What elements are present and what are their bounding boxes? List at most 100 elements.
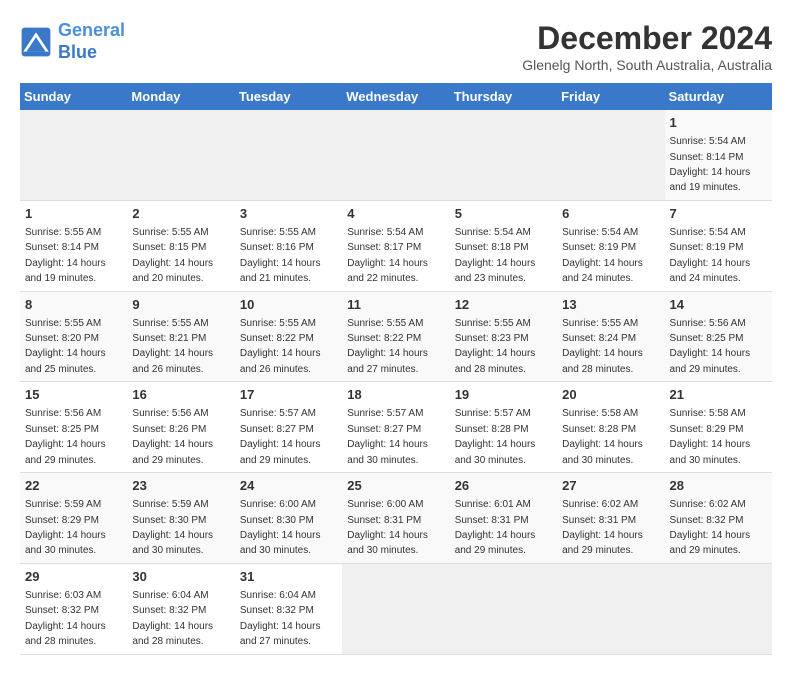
day-info: Sunrise: 5:54 AMSunset: 8:19 PMDaylight:… — [562, 227, 643, 284]
calendar-week-row: 22 Sunrise: 5:59 AMSunset: 8:29 PMDaylig… — [20, 473, 772, 564]
day-info: Sunrise: 5:58 AMSunset: 8:28 PMDaylight:… — [562, 408, 643, 465]
calendar-cell — [557, 563, 664, 654]
calendar-cell: 31 Sunrise: 6:04 AMSunset: 8:32 PMDaylig… — [235, 563, 342, 654]
day-info: Sunrise: 5:59 AMSunset: 8:29 PMDaylight:… — [25, 499, 106, 556]
title-block: December 2024 Glenelg North, South Austr… — [522, 20, 772, 73]
day-number: 4 — [347, 205, 444, 223]
calendar-week-row: 1 Sunrise: 5:54 AMSunset: 8:14 PMDayligh… — [20, 110, 772, 200]
calendar-cell — [450, 563, 557, 654]
calendar-cell — [342, 563, 449, 654]
day-number: 3 — [240, 205, 337, 223]
weekday-header-tuesday: Tuesday — [235, 83, 342, 110]
calendar-cell — [342, 110, 449, 200]
day-info: Sunrise: 5:57 AMSunset: 8:27 PMDaylight:… — [240, 408, 321, 465]
calendar-cell: 7 Sunrise: 5:54 AMSunset: 8:19 PMDayligh… — [665, 200, 772, 291]
calendar-cell: 9 Sunrise: 5:55 AMSunset: 8:21 PMDayligh… — [127, 291, 234, 382]
day-number: 17 — [240, 386, 337, 404]
day-info: Sunrise: 6:03 AMSunset: 8:32 PMDaylight:… — [25, 590, 106, 647]
day-info: Sunrise: 5:54 AMSunset: 8:14 PMDaylight:… — [670, 136, 751, 193]
weekday-header-saturday: Saturday — [665, 83, 772, 110]
day-number: 22 — [25, 477, 122, 495]
calendar-cell — [450, 110, 557, 200]
day-number: 14 — [670, 296, 767, 314]
calendar-cell: 13 Sunrise: 5:55 AMSunset: 8:24 PMDaylig… — [557, 291, 664, 382]
location: Glenelg North, South Australia, Australi… — [522, 57, 772, 73]
day-info: Sunrise: 5:56 AMSunset: 8:25 PMDaylight:… — [670, 318, 751, 375]
calendar-cell: 14 Sunrise: 5:56 AMSunset: 8:25 PMDaylig… — [665, 291, 772, 382]
day-number: 16 — [132, 386, 229, 404]
day-info: Sunrise: 5:57 AMSunset: 8:28 PMDaylight:… — [455, 408, 536, 465]
day-number: 7 — [670, 205, 767, 223]
day-info: Sunrise: 5:59 AMSunset: 8:30 PMDaylight:… — [132, 499, 213, 556]
calendar-week-row: 29 Sunrise: 6:03 AMSunset: 8:32 PMDaylig… — [20, 563, 772, 654]
calendar-cell — [557, 110, 664, 200]
weekday-header-wednesday: Wednesday — [342, 83, 449, 110]
day-info: Sunrise: 5:58 AMSunset: 8:29 PMDaylight:… — [670, 408, 751, 465]
calendar-cell: 18 Sunrise: 5:57 AMSunset: 8:27 PMDaylig… — [342, 382, 449, 473]
calendar-cell: 25 Sunrise: 6:00 AMSunset: 8:31 PMDaylig… — [342, 473, 449, 564]
day-number: 26 — [455, 477, 552, 495]
day-info: Sunrise: 6:01 AMSunset: 8:31 PMDaylight:… — [455, 499, 536, 556]
day-info: Sunrise: 6:00 AMSunset: 8:30 PMDaylight:… — [240, 499, 321, 556]
page-header: General Blue December 2024 Glenelg North… — [20, 20, 772, 73]
calendar-cell: 15 Sunrise: 5:56 AMSunset: 8:25 PMDaylig… — [20, 382, 127, 473]
month-title: December 2024 — [522, 20, 772, 57]
day-info: Sunrise: 5:55 AMSunset: 8:22 PMDaylight:… — [347, 318, 428, 375]
weekday-header-row: SundayMondayTuesdayWednesdayThursdayFrid… — [20, 83, 772, 110]
day-number: 1 — [670, 114, 767, 132]
calendar-cell — [20, 110, 127, 200]
day-number: 20 — [562, 386, 659, 404]
calendar-cell — [127, 110, 234, 200]
calendar-cell: 17 Sunrise: 5:57 AMSunset: 8:27 PMDaylig… — [235, 382, 342, 473]
calendar-week-row: 1 Sunrise: 5:55 AMSunset: 8:14 PMDayligh… — [20, 200, 772, 291]
calendar-cell: 8 Sunrise: 5:55 AMSunset: 8:20 PMDayligh… — [20, 291, 127, 382]
day-info: Sunrise: 5:54 AMSunset: 8:17 PMDaylight:… — [347, 227, 428, 284]
calendar-cell: 2 Sunrise: 5:55 AMSunset: 8:15 PMDayligh… — [127, 200, 234, 291]
calendar-cell: 28 Sunrise: 6:02 AMSunset: 8:32 PMDaylig… — [665, 473, 772, 564]
day-info: Sunrise: 5:54 AMSunset: 8:18 PMDaylight:… — [455, 227, 536, 284]
calendar-cell: 20 Sunrise: 5:58 AMSunset: 8:28 PMDaylig… — [557, 382, 664, 473]
day-number: 11 — [347, 296, 444, 314]
calendar-week-row: 15 Sunrise: 5:56 AMSunset: 8:25 PMDaylig… — [20, 382, 772, 473]
day-number: 10 — [240, 296, 337, 314]
day-number: 1 — [25, 205, 122, 223]
calendar-cell: 12 Sunrise: 5:55 AMSunset: 8:23 PMDaylig… — [450, 291, 557, 382]
logo-text: General Blue — [58, 20, 125, 63]
calendar-cell: 24 Sunrise: 6:00 AMSunset: 8:30 PMDaylig… — [235, 473, 342, 564]
logo-icon — [20, 26, 52, 58]
day-info: Sunrise: 6:00 AMSunset: 8:31 PMDaylight:… — [347, 499, 428, 556]
day-info: Sunrise: 5:56 AMSunset: 8:25 PMDaylight:… — [25, 408, 106, 465]
day-number: 24 — [240, 477, 337, 495]
weekday-header-monday: Monday — [127, 83, 234, 110]
day-number: 28 — [670, 477, 767, 495]
calendar-cell: 4 Sunrise: 5:54 AMSunset: 8:17 PMDayligh… — [342, 200, 449, 291]
day-info: Sunrise: 5:56 AMSunset: 8:26 PMDaylight:… — [132, 408, 213, 465]
day-number: 8 — [25, 296, 122, 314]
day-info: Sunrise: 5:55 AMSunset: 8:14 PMDaylight:… — [25, 227, 106, 284]
weekday-header-friday: Friday — [557, 83, 664, 110]
calendar-cell: 23 Sunrise: 5:59 AMSunset: 8:30 PMDaylig… — [127, 473, 234, 564]
day-number: 29 — [25, 568, 122, 586]
day-number: 19 — [455, 386, 552, 404]
day-info: Sunrise: 5:55 AMSunset: 8:16 PMDaylight:… — [240, 227, 321, 284]
day-info: Sunrise: 5:55 AMSunset: 8:20 PMDaylight:… — [25, 318, 106, 375]
calendar-cell: 3 Sunrise: 5:55 AMSunset: 8:16 PMDayligh… — [235, 200, 342, 291]
day-number: 5 — [455, 205, 552, 223]
calendar-cell — [235, 110, 342, 200]
day-info: Sunrise: 5:54 AMSunset: 8:19 PMDaylight:… — [670, 227, 751, 284]
day-number: 13 — [562, 296, 659, 314]
day-info: Sunrise: 5:55 AMSunset: 8:23 PMDaylight:… — [455, 318, 536, 375]
day-number: 30 — [132, 568, 229, 586]
calendar-week-row: 8 Sunrise: 5:55 AMSunset: 8:20 PMDayligh… — [20, 291, 772, 382]
day-info: Sunrise: 6:02 AMSunset: 8:31 PMDaylight:… — [562, 499, 643, 556]
calendar-cell: 1 Sunrise: 5:55 AMSunset: 8:14 PMDayligh… — [20, 200, 127, 291]
calendar-cell: 10 Sunrise: 5:55 AMSunset: 8:22 PMDaylig… — [235, 291, 342, 382]
day-number: 31 — [240, 568, 337, 586]
calendar-cell — [665, 563, 772, 654]
day-number: 21 — [670, 386, 767, 404]
day-info: Sunrise: 6:02 AMSunset: 8:32 PMDaylight:… — [670, 499, 751, 556]
calendar-cell: 1 Sunrise: 5:54 AMSunset: 8:14 PMDayligh… — [665, 110, 772, 200]
day-info: Sunrise: 5:55 AMSunset: 8:24 PMDaylight:… — [562, 318, 643, 375]
calendar-cell: 26 Sunrise: 6:01 AMSunset: 8:31 PMDaylig… — [450, 473, 557, 564]
calendar-cell: 27 Sunrise: 6:02 AMSunset: 8:31 PMDaylig… — [557, 473, 664, 564]
